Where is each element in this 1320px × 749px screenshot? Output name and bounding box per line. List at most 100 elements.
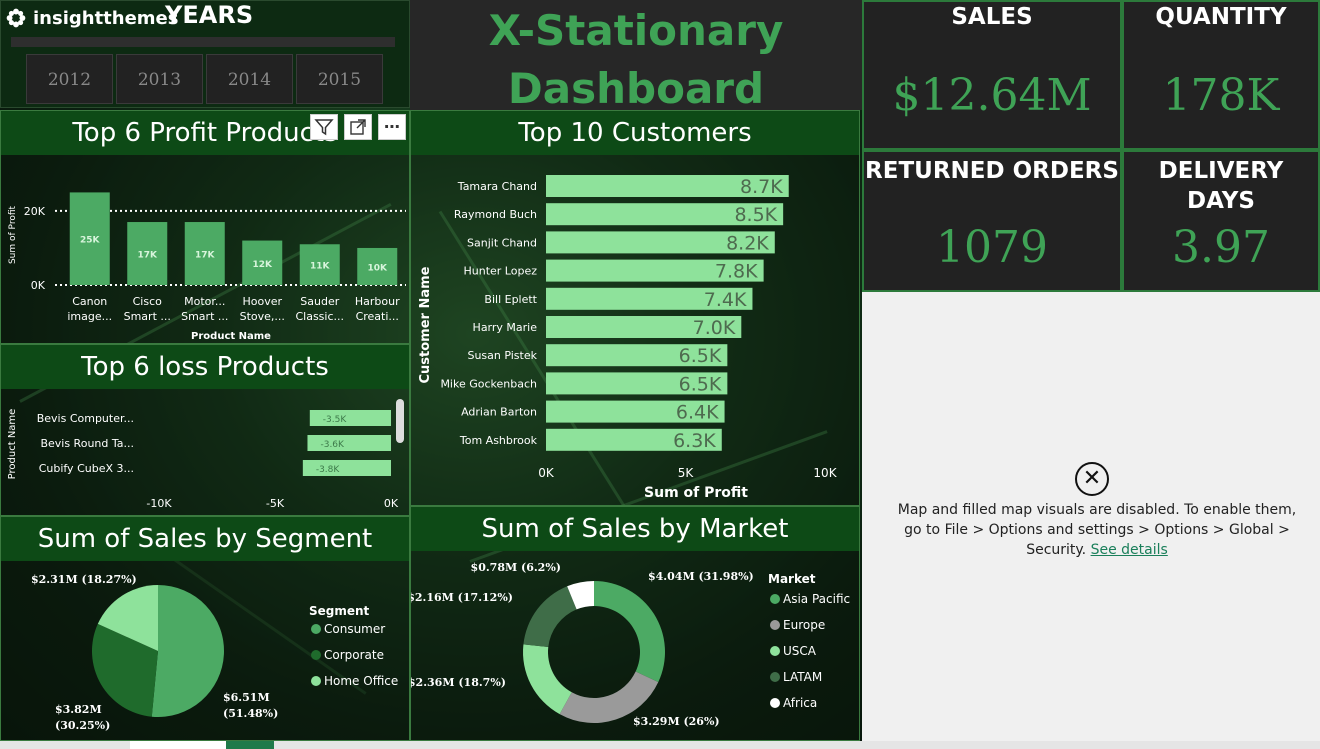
segment-data-label: $2.31M (18.27%) [31,573,137,586]
segment-legend-marker [311,624,321,634]
dashboard-title-block: X-Stationary Dashboard [410,0,862,113]
profit-x-axis-label: Product Name [191,331,271,342]
customer-y-tick-label: Raymond Buch [454,208,537,221]
market-legend-label: USCA [783,644,817,658]
customer-y-tick-label: Harry Marie [473,321,538,334]
sales-by-market-visual[interactable]: Sum of Sales by Market $4.04M (31.98%) $3… [410,506,860,741]
market-donut-slice [594,581,665,683]
years-slicer-scrollbar[interactable] [11,37,395,47]
profit-bar-data-label: 11K [310,262,331,272]
top-profit-products-visual[interactable]: Top 6 Profit Products Sum of Profit 0K 20K… [0,110,410,344]
customer-bar-data-label: 8.7K [740,176,783,198]
top-customers-visual[interactable]: Top 10 Customers Customer Name 8.7K Tamara… [410,110,860,506]
sales-market-title: Sum of Sales by Market [411,507,859,551]
more-options-button[interactable]: ⋯ [378,114,406,140]
sales-by-segment-visual[interactable]: Sum of Sales by Segment $6.51M (51.48%) $3… [0,516,410,741]
focus-mode-button[interactable] [344,114,372,140]
segment-legend-marker [311,650,321,660]
loss-bar-data-label: -3.8K [316,465,341,475]
insightthemes-logo-icon [6,8,26,28]
profit-x-tick-label: Sauder [300,295,339,308]
top-loss-products-visual[interactable]: Top 6 loss Products Product Name -3.5K Bev… [0,344,410,516]
kpi-quantity-card[interactable]: QUANTITY 178K [1122,0,1320,150]
profit-x-tick-label: Cisco [133,295,163,308]
market-legend-marker [770,594,780,604]
customer-bar-data-label: 7.4K [704,289,747,311]
close-circle-icon: ✕ [1075,462,1109,496]
year-button-2015[interactable]: 2015 [296,54,383,104]
market-legend-label: Africa [783,696,817,710]
kpi-delivery-days-card[interactable]: DELIVERY DAYS 3.97 [1122,150,1320,292]
loss-bar-data-label: -3.5K [323,415,348,425]
customer-bar-data-label: 7.0K [693,317,736,339]
market-legend-marker [770,620,780,630]
kpi-sales-card[interactable]: SALES $12.64M [862,0,1122,150]
profit-bar-data-label: 17K [138,251,159,261]
customers-x-axis-label: Sum of Profit [644,485,748,501]
kpi-returned-orders-value: 1079 [936,222,1048,273]
see-details-link[interactable]: See details [1091,542,1168,558]
loss-y-axis-label: Product Name [7,409,18,480]
market-legend-marker [770,672,780,682]
customer-bar-data-label: 6.3K [673,430,716,452]
market-legend-marker [770,646,780,656]
profit-bar-data-label: 17K [195,251,216,261]
loss-y-tick-label: Bevis Round Ta... [40,437,134,450]
market-data-label: $4.04M (31.98%) [648,570,754,583]
market-legend-label: Asia Pacific [783,592,850,606]
page-tab-active[interactable] [226,741,274,749]
segment-data-label: $3.82M [55,703,102,716]
customer-bar-data-label: 8.5K [734,204,777,226]
customer-y-tick-label: Susan Pistek [467,349,537,362]
top-customers-title: Top 10 Customers [411,111,859,155]
kpi-returned-orders-label: RETURNED ORDERS [865,158,1119,184]
market-legend-label: Europe [783,618,825,632]
customer-y-tick-label: Hunter Lopez [463,265,537,278]
years-slicer: insightthemes YEARS 2012 2013 2014 2015 [0,0,410,108]
profit-x-tick-label: Smart ... [181,310,228,323]
customer-bar-data-label: 6.5K [679,373,722,395]
map-disabled-message: Map and filled map visuals are disabled.… [892,500,1302,560]
kpi-quantity-value: 178K [1162,70,1280,121]
sales-market-chart: $4.04M (31.98%) $3.29M (26%) $2.36M (18.7%… [411,561,850,728]
kpi-sales-value: $12.64M [892,70,1092,121]
filter-icon-button[interactable] [310,114,338,140]
segment-data-label: (51.48%) [223,707,278,720]
market-donut-slice [523,644,572,715]
customer-bar-data-label: 6.5K [679,345,722,367]
segment-legend-label: Consumer [324,622,385,636]
brand-name: insightthemes [33,7,179,29]
market-legend-title: Market [768,572,816,586]
loss-x-tick-label: -5K [266,497,285,510]
top-customers-chart: Customer Name 8.7K Tamara Chand 8.5K Raymond… [418,175,838,501]
dashboard-title-line1: X-Stationary [488,6,784,55]
dashboard-title: X-Stationary Dashboard [410,2,862,118]
customer-y-tick-label: Mike Gockenbach [440,377,537,390]
loss-y-tick-label: Cubify CubeX 3... [39,462,134,475]
kpi-sales-label: SALES [951,4,1033,30]
customer-bar-data-label: 7.8K [715,261,758,283]
market-data-label: $0.78M (6.2%) [471,561,561,574]
segment-pie-slice [151,585,224,717]
customer-y-tick-label: Sanjit Chand [467,236,537,249]
profit-x-tick-label: Creati... [356,310,399,323]
kpi-returned-orders-card[interactable]: RETURNED ORDERS 1079 [862,150,1122,292]
profit-bar-data-label: 25K [80,236,101,246]
market-donut-slice [523,586,577,648]
market-data-label: $2.16M (17.12%) [411,591,513,604]
page-tab[interactable] [130,741,226,749]
loss-bar-data-label: -3.6K [320,440,345,450]
customers-x-tick-label: 0K [538,466,555,480]
year-button-2012[interactable]: 2012 [26,54,113,104]
customer-y-tick-label: Tom Ashbrook [459,434,538,447]
sales-segment-chart: $6.51M (51.48%) $3.82M (30.25%) $2.31M (18.2… [31,573,398,732]
customer-y-tick-label: Bill Eplett [484,293,537,306]
focus-mode-icon [350,119,366,135]
segment-data-label: (30.25%) [55,719,110,732]
loss-scrollbar[interactable] [396,399,404,443]
profit-x-tick-label: Canon [72,295,107,308]
brand: insightthemes [5,7,178,29]
year-button-2014[interactable]: 2014 [206,54,293,104]
year-button-2013[interactable]: 2013 [116,54,203,104]
years-title: YEARS [165,1,254,29]
